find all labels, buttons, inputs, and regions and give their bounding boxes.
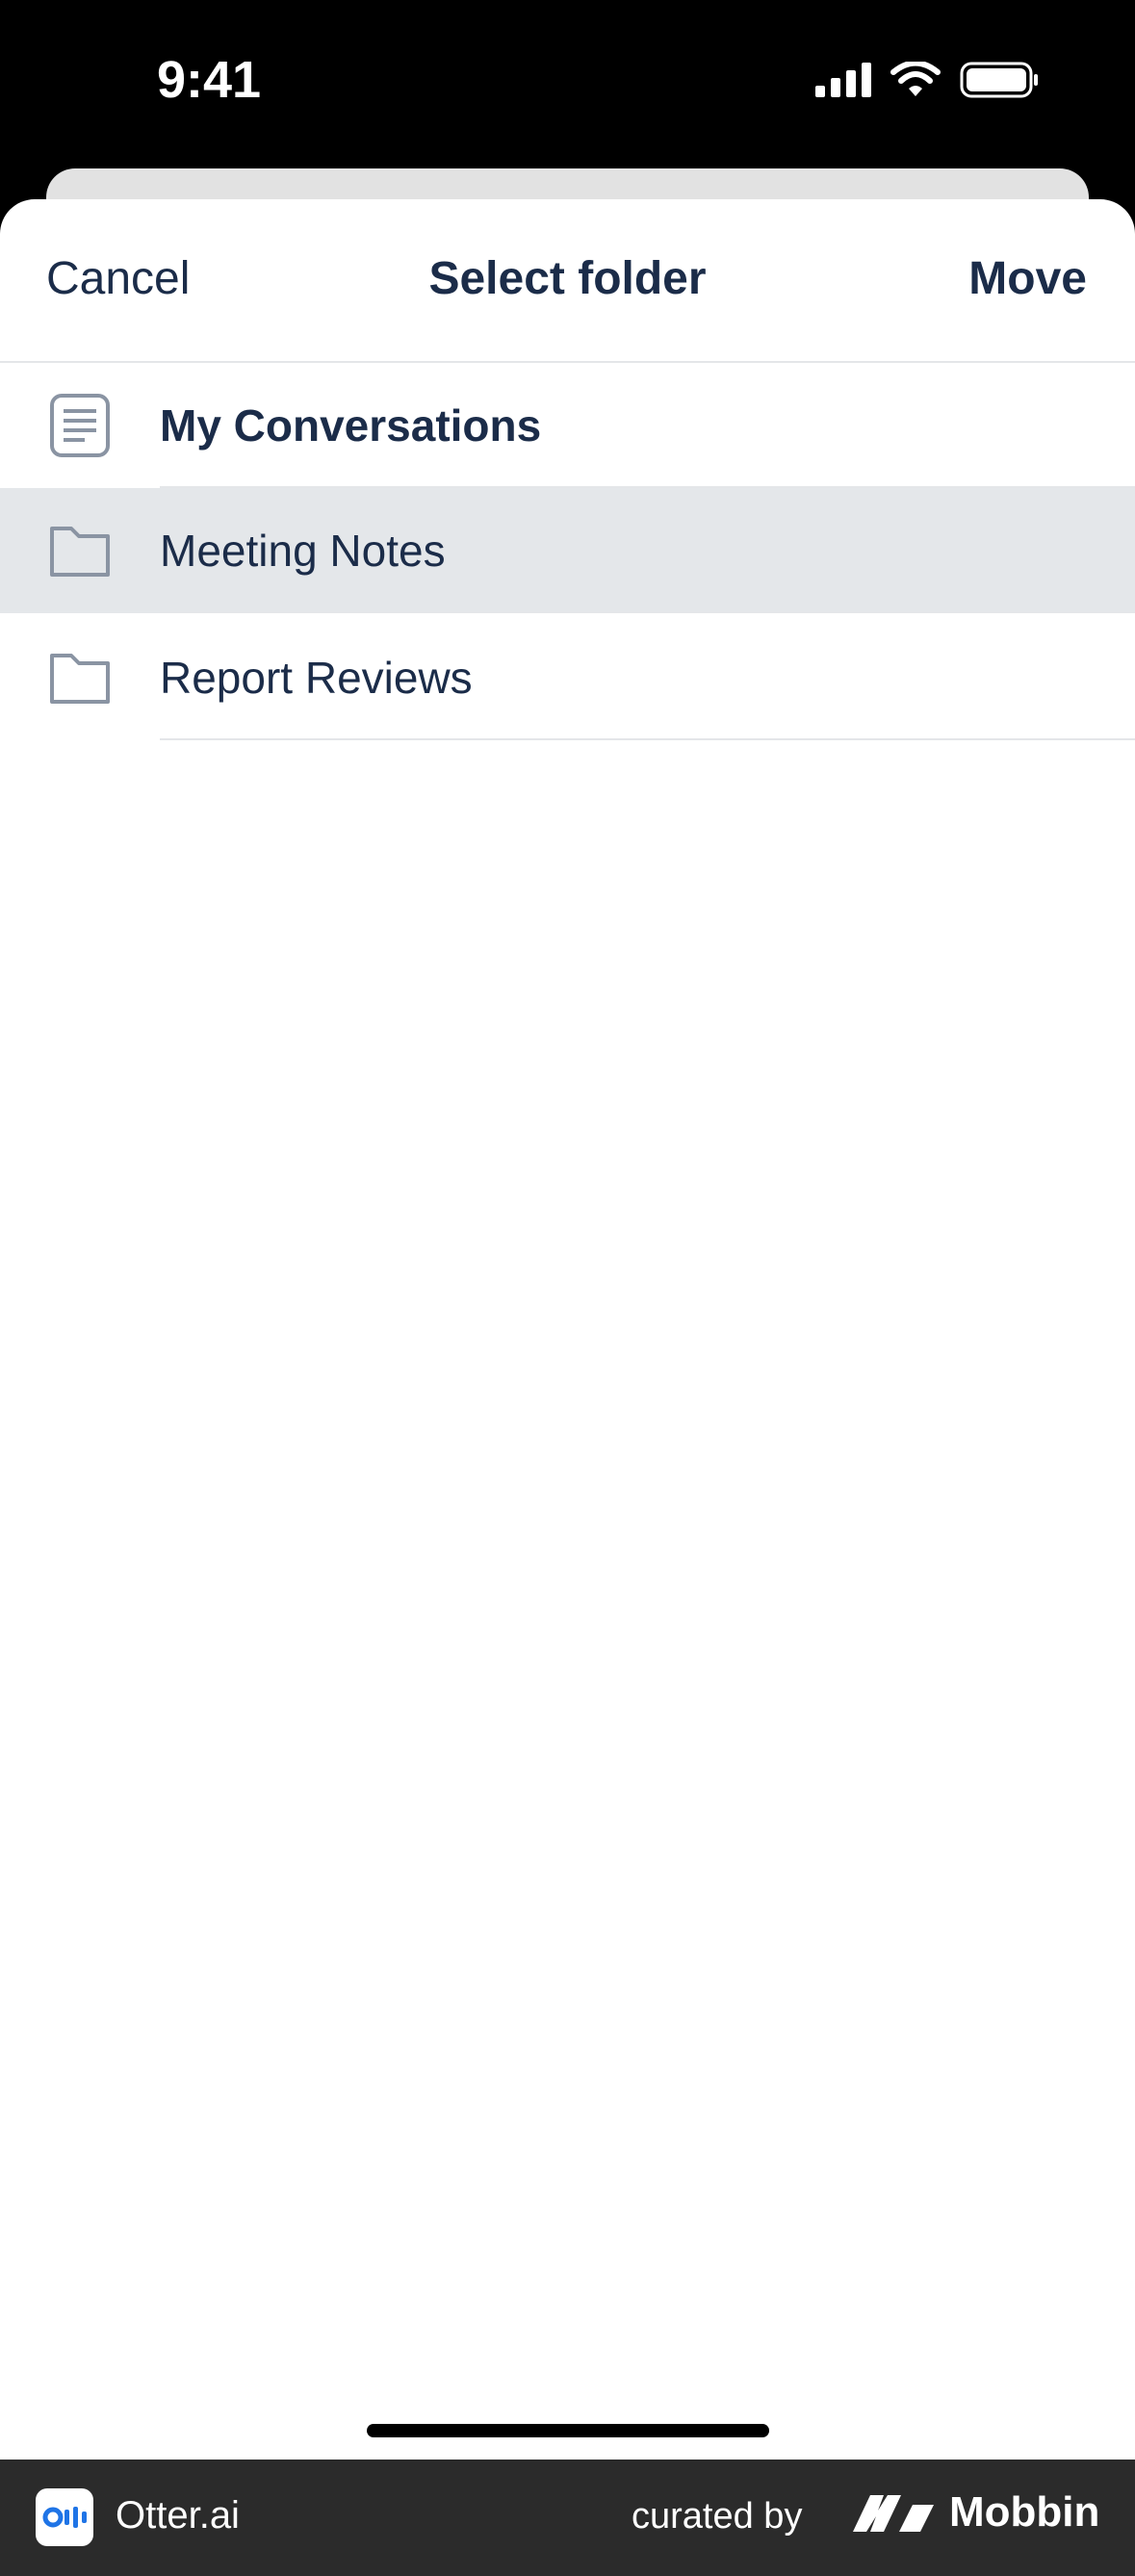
curated-by-text: curated by <box>632 2496 803 2537</box>
status-bar: 9:41 <box>0 0 1135 168</box>
status-icons <box>815 62 1039 98</box>
cellular-signal-icon <box>815 63 871 97</box>
folder-row-report-reviews[interactable]: Report Reviews <box>0 615 1135 740</box>
document-icon <box>50 394 110 457</box>
mobbin-logo-icon <box>853 2495 934 2532</box>
nav-bar: Cancel Select folder Move <box>0 199 1135 363</box>
mobbin-brand: Mobbin <box>851 2488 1099 2537</box>
folder-row-my-conversations[interactable]: My Conversations <box>0 363 1135 488</box>
folder-icon <box>50 654 110 704</box>
status-time: 9:41 <box>157 51 262 109</box>
footer-bar: Otter.ai curated by Mobbin <box>0 2460 1135 2576</box>
app-name: Otter.ai <box>116 2494 240 2537</box>
folder-label: My Conversations <box>160 400 542 451</box>
page-title: Select folder <box>428 253 707 304</box>
home-indicator <box>367 2424 769 2437</box>
folder-row-meeting-notes[interactable]: Meeting Notes <box>0 488 1135 613</box>
folder-label: Meeting Notes <box>160 526 446 576</box>
otter-logo-icon <box>36 2488 93 2546</box>
row-divider <box>160 611 1135 613</box>
select-folder-sheet: Cancel Select folder Move My Conversatio… <box>0 199 1135 2460</box>
row-divider <box>160 738 1135 740</box>
battery-icon <box>960 62 1038 98</box>
wifi-icon <box>890 62 941 96</box>
folder-label: Report Reviews <box>160 653 473 703</box>
move-button[interactable]: Move <box>968 252 1087 305</box>
folder-icon <box>50 527 110 577</box>
brand-name: Mobbin <box>949 2488 1100 2536</box>
